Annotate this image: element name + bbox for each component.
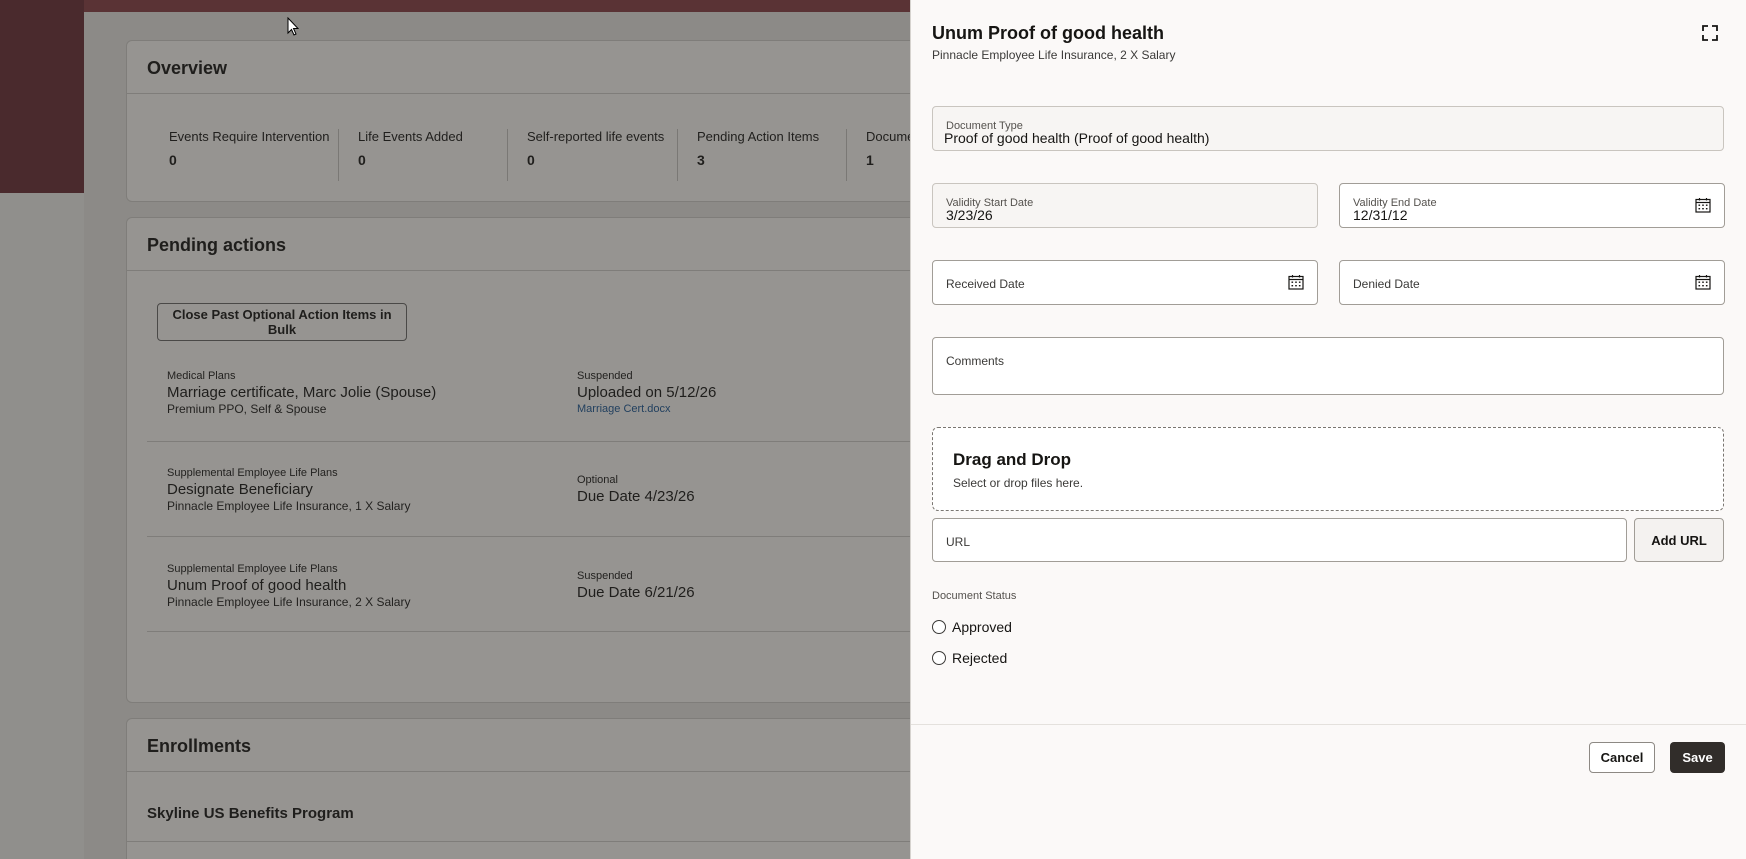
calendar-icon[interactable] bbox=[1695, 274, 1711, 290]
calendar-icon[interactable] bbox=[1695, 197, 1711, 213]
stat-life-events-added[interactable]: Life Events Added 0 bbox=[358, 129, 463, 168]
pending-action-details: Supplemental Employee Life Plans Unum Pr… bbox=[167, 563, 410, 609]
pending-action-subtitle: Premium PPO, Self & Spouse bbox=[167, 402, 327, 416]
pending-action-date: Due Date 4/23/26 bbox=[577, 488, 695, 505]
stat-documents[interactable]: Docume 1 bbox=[866, 129, 914, 168]
denied-date-field[interactable]: Denied Date bbox=[1339, 260, 1725, 305]
pending-action-date: Due Date 6/21/26 bbox=[577, 584, 695, 601]
row-divider bbox=[147, 536, 915, 537]
pending-actions-card: Pending actions Close Past Optional Acti… bbox=[126, 217, 916, 703]
enrollments-card: Enrollments Skyline US Benefits Program bbox=[126, 718, 916, 859]
received-date-field[interactable]: Received Date bbox=[932, 260, 1318, 305]
stat-separator bbox=[338, 129, 339, 181]
enrollments-row-divider bbox=[127, 841, 915, 842]
pending-action-title: Unum Proof of good health bbox=[167, 577, 347, 594]
file-dropzone[interactable]: Drag and Drop Select or drop files here. bbox=[932, 427, 1724, 511]
radio-label-rejected: Rejected bbox=[952, 650, 1008, 666]
pending-action-status-block: Optional Due Date 4/23/26 bbox=[577, 474, 695, 505]
radio-rejected[interactable]: Rejected bbox=[932, 650, 1007, 666]
expand-icon[interactable] bbox=[1700, 23, 1720, 43]
stat-self-reported-life-events[interactable]: Self-reported life events 0 bbox=[527, 129, 664, 168]
pending-action-details: Supplemental Employee Life Plans Designa… bbox=[167, 467, 410, 513]
pending-action-category: Supplemental Employee Life Plans bbox=[167, 467, 338, 479]
stat-separator bbox=[846, 129, 847, 181]
url-label: URL bbox=[946, 535, 971, 549]
stat-label: Events Require Intervention bbox=[169, 129, 330, 144]
radio-circle-icon[interactable] bbox=[932, 651, 946, 665]
pending-action-status-block: Suspended Due Date 6/21/26 bbox=[577, 570, 695, 601]
overview-divider bbox=[127, 93, 915, 94]
document-type-field: Document Type Proof of good health (Proo… bbox=[932, 106, 1724, 151]
stat-label: Self-reported life events bbox=[527, 129, 665, 144]
enrollment-program-name[interactable]: Skyline US Benefits Program bbox=[147, 805, 354, 822]
comments-label: Comments bbox=[946, 354, 1005, 368]
stat-events-require-intervention[interactable]: Events Require Intervention 0 bbox=[169, 129, 329, 168]
add-url-button[interactable]: Add URL bbox=[1634, 518, 1724, 562]
stat-label: Life Events Added bbox=[358, 129, 463, 144]
validity-end-date-field[interactable]: Validity End Date 12/31/12 bbox=[1339, 183, 1725, 228]
url-field[interactable]: URL bbox=[932, 518, 1627, 562]
save-button[interactable]: Save bbox=[1670, 742, 1725, 773]
comments-field[interactable]: Comments bbox=[932, 337, 1724, 395]
document-drawer: Unum Proof of good health Pinnacle Emplo… bbox=[910, 0, 1746, 859]
dropzone-subtitle: Select or drop files here. bbox=[953, 476, 1084, 490]
pending-action-subtitle: Pinnacle Employee Life Insurance, 1 X Sa… bbox=[167, 499, 411, 513]
stat-value: 0 bbox=[169, 152, 177, 168]
document-status-label: Document Status bbox=[932, 590, 1017, 602]
stat-separator bbox=[507, 129, 508, 181]
row-divider bbox=[147, 441, 915, 442]
pending-action-status: Suspended bbox=[577, 370, 633, 382]
pending-actions-divider bbox=[127, 270, 915, 271]
received-date-label: Received Date bbox=[946, 277, 1025, 291]
validity-start-date-value: 3/23/26 bbox=[946, 207, 993, 223]
validity-start-date-field: Validity Start Date 3/23/26 bbox=[932, 183, 1318, 228]
pending-action-category: Medical Plans bbox=[167, 370, 236, 382]
background-banner bbox=[84, 0, 910, 12]
attachment-link[interactable]: Marriage Cert.docx bbox=[577, 403, 716, 415]
dropzone-title: Drag and Drop bbox=[953, 450, 1072, 469]
pending-action-date: Uploaded on 5/12/26 bbox=[577, 384, 717, 401]
cancel-button[interactable]: Cancel bbox=[1589, 742, 1655, 773]
background-banner-left bbox=[0, 0, 84, 193]
pending-action-details: Medical Plans Marriage certificate, Marc… bbox=[167, 370, 436, 416]
overview-card: Overview Events Require Intervention 0 L… bbox=[126, 40, 916, 202]
pending-action-status: Suspended bbox=[577, 570, 633, 582]
stat-pending-action-items[interactable]: Pending Action Items 3 bbox=[697, 129, 819, 168]
close-optional-items-bulk-button[interactable]: Close Past Optional Action Items in Bulk bbox=[157, 303, 407, 341]
stat-label: Docume bbox=[866, 129, 915, 144]
row-divider bbox=[147, 631, 915, 632]
stat-value: 3 bbox=[697, 152, 705, 168]
enrollments-divider bbox=[127, 771, 915, 772]
drawer-title: Unum Proof of good health bbox=[932, 23, 1164, 43]
calendar-icon[interactable] bbox=[1288, 274, 1304, 290]
stat-value: 0 bbox=[527, 152, 535, 168]
footer-divider bbox=[911, 724, 1746, 725]
pending-action-status: Optional bbox=[577, 474, 618, 486]
document-type-value: Proof of good health (Proof of good heal… bbox=[944, 130, 1210, 146]
stat-value: 1 bbox=[866, 152, 874, 168]
drawer-subtitle: Pinnacle Employee Life Insurance, 2 X Sa… bbox=[932, 48, 1176, 62]
pending-action-status-block: Suspended Uploaded on 5/12/26 Marriage C… bbox=[577, 370, 716, 415]
denied-date-label: Denied Date bbox=[1353, 277, 1420, 291]
overview-title: Overview bbox=[147, 58, 228, 78]
pending-action-title: Designate Beneficiary bbox=[167, 481, 313, 498]
pending-action-subtitle: Pinnacle Employee Life Insurance, 2 X Sa… bbox=[167, 595, 411, 609]
pending-actions-title: Pending actions bbox=[147, 235, 287, 255]
radio-circle-icon[interactable] bbox=[932, 620, 946, 634]
pending-action-category: Supplemental Employee Life Plans bbox=[167, 563, 338, 575]
stat-label: Pending Action Items bbox=[697, 129, 820, 144]
validity-end-date-value: 12/31/12 bbox=[1353, 207, 1408, 223]
mouse-cursor-icon bbox=[287, 17, 299, 36]
radio-label-approved: Approved bbox=[952, 619, 1012, 635]
stat-value: 0 bbox=[358, 152, 366, 168]
enrollments-title: Enrollments bbox=[147, 736, 252, 756]
stat-separator bbox=[677, 129, 678, 181]
radio-approved[interactable]: Approved bbox=[932, 619, 1012, 635]
pending-action-title: Marriage certificate, Marc Jolie (Spouse… bbox=[167, 384, 437, 401]
